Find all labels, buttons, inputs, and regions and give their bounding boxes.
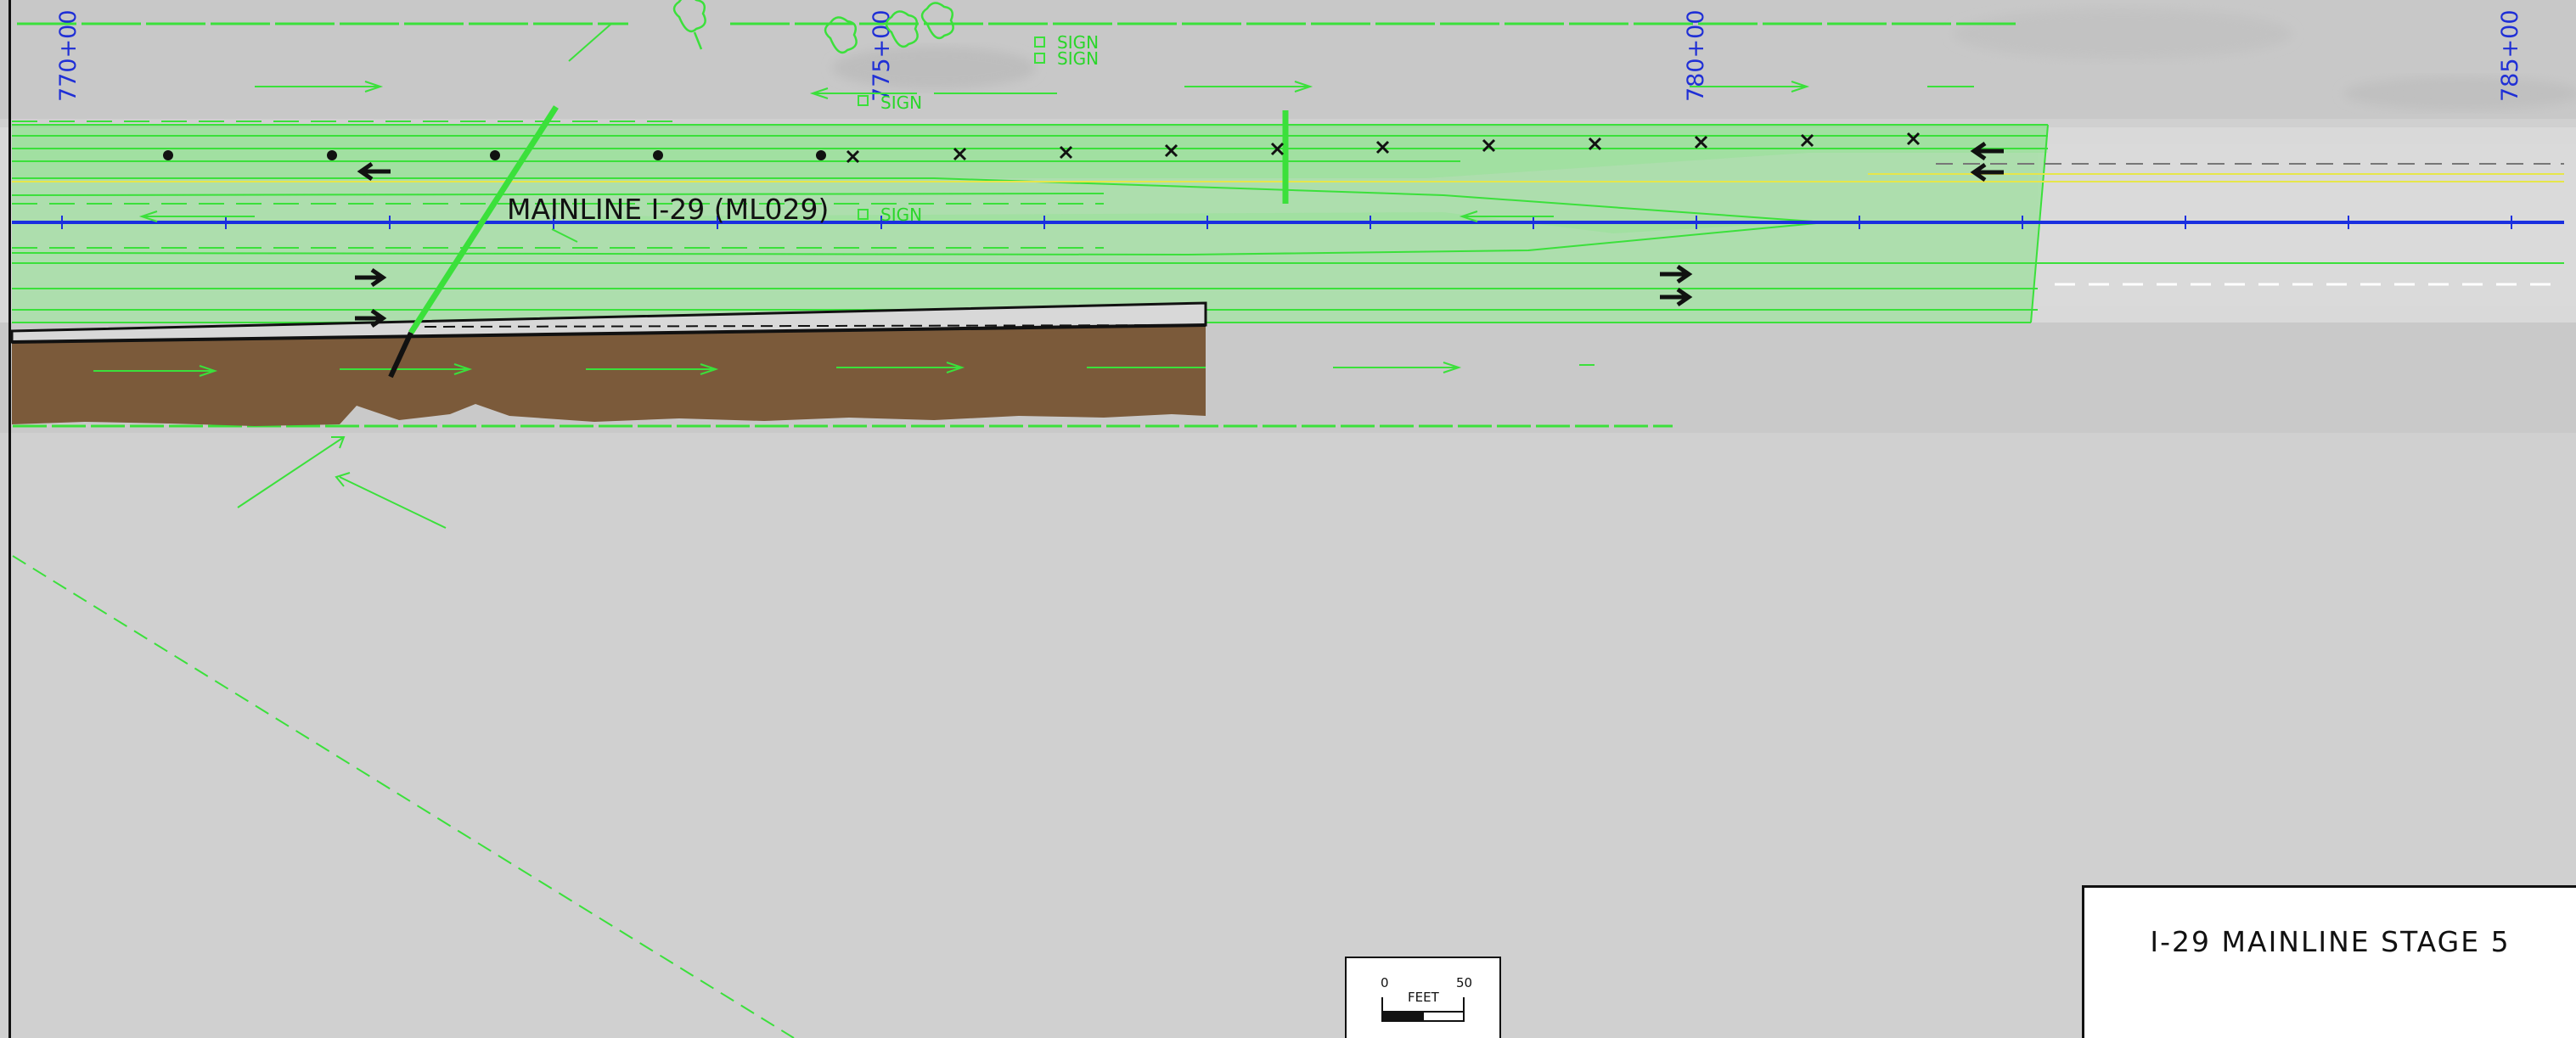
construction-plan-sheet: 770+00 775+00 780+00 785+00 MAINLINE I-2…: [0, 0, 2576, 1038]
sheet-border: [8, 0, 11, 1038]
scale-bar: 0 50 FEET: [1345, 957, 1501, 1038]
sign-label: SIGN: [880, 205, 922, 225]
plan-drawing: 770+00 775+00 780+00 785+00 MAINLINE I-2…: [0, 0, 2576, 1038]
alignment-label: MAINLINE I-29 (ML029): [507, 193, 829, 226]
sheet-title: I-29 MAINLINE STAGE 5: [2150, 925, 2511, 958]
title-block: I-29 MAINLINE STAGE 5: [2082, 885, 2576, 1038]
station-label: 770+00: [55, 9, 82, 102]
sign-label: SIGN: [1057, 48, 1099, 69]
sign-label: SIGN: [880, 93, 922, 113]
station-label: 785+00: [2497, 9, 2523, 102]
station-label: 780+00: [1683, 9, 1709, 102]
scale-bar-graphic: [1381, 997, 1465, 1022]
station-label: 775+00: [869, 9, 895, 102]
